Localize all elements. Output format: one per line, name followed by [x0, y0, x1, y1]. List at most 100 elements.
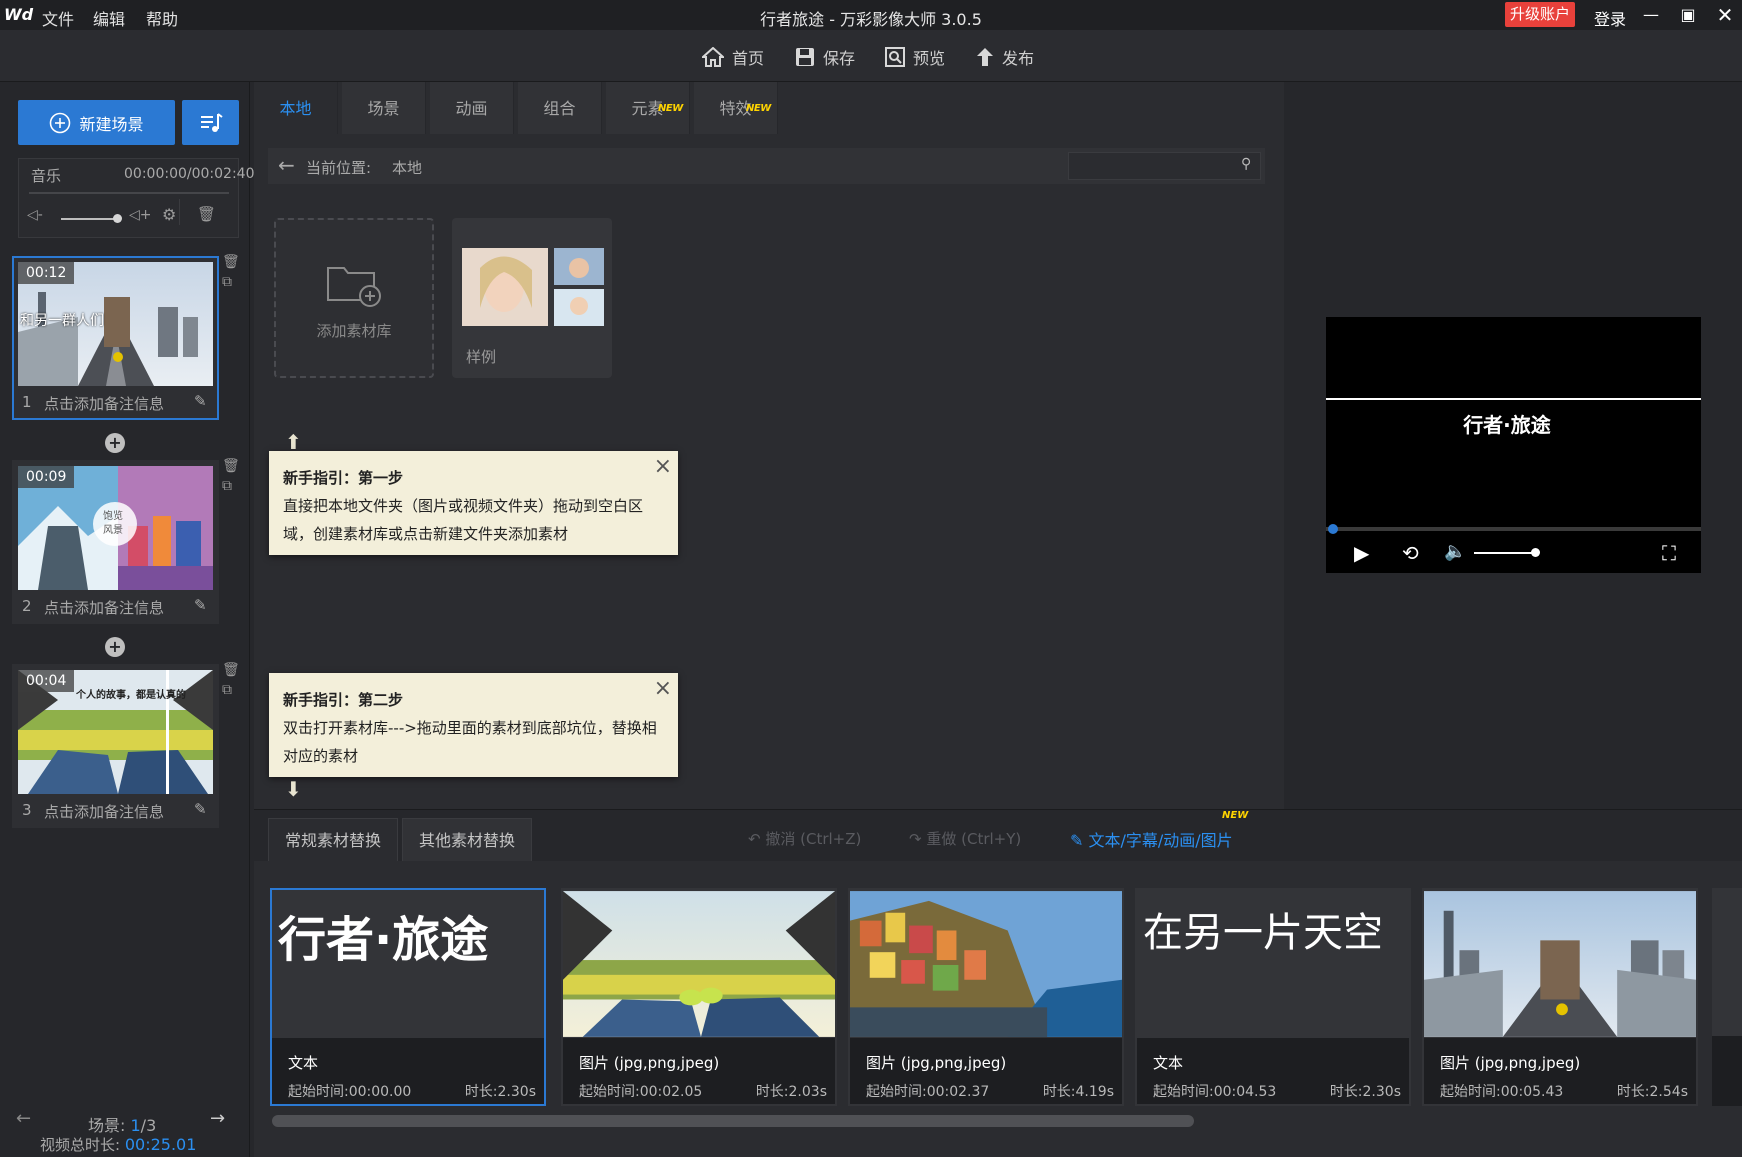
sample-library-folder[interactable]: 样例	[452, 218, 612, 378]
save-button[interactable]: 保存	[795, 43, 855, 71]
next-scene-arrow-icon[interactable]: →	[210, 1108, 225, 1129]
slot-info: 图片 (jpg,png,jpeg) 起始时间:00:02.05 时长:2.03s	[563, 1038, 835, 1104]
text-subtitle-label: 文本/字幕/动画/图片	[1088, 831, 1233, 850]
replace-slot[interactable]: 图片 (jpg,png,jpeg) 起始时间:00:02.05 时长:2.03s	[561, 888, 837, 1106]
text-subtitle-link[interactable]: ✎ 文本/字幕/动画/图片	[1070, 827, 1233, 851]
replace-slot[interactable]: 行者·旅途 文本 起始时间:00:00.00 时长:2.30s	[270, 888, 546, 1106]
scene-note[interactable]: 点击添加备注信息	[44, 393, 164, 414]
home-button[interactable]: 首页	[702, 43, 764, 71]
horizontal-scrollbar[interactable]	[272, 1115, 1194, 1127]
music-progress[interactable]	[29, 192, 229, 194]
tab-local[interactable]: 本地	[254, 82, 338, 134]
player-progress[interactable]	[1326, 527, 1701, 531]
new-scene-label: 新建场景	[79, 114, 144, 134]
close-window-button[interactable]: ✕	[1710, 3, 1740, 27]
tab-combination[interactable]: 组合	[518, 82, 602, 134]
music-list-button[interactable]	[182, 100, 239, 145]
scene-note[interactable]: 点击添加备注信息	[44, 801, 164, 822]
back-arrow-icon[interactable]: ←	[278, 153, 295, 177]
edit-note-icon[interactable]: ✎	[194, 392, 207, 410]
slot-info: 图片 (jpg,png,jpeg) 起始时间:00:02.37 时长:4.19s	[850, 1038, 1122, 1104]
slot-duration: 时长:2.54s	[1616, 1084, 1688, 1100]
edit-note-icon[interactable]: ✎	[194, 800, 207, 818]
add-folder-icon	[327, 267, 381, 307]
upgrade-account-button[interactable]: 升级账户	[1505, 2, 1575, 27]
volume-up-icon[interactable]: ◁+	[129, 207, 152, 223]
scene-note[interactable]: 点击添加备注信息	[44, 597, 164, 618]
slot-info: 文本 起始时间:00:04.53 时长:2.30s	[1137, 1038, 1409, 1104]
new-scene-button[interactable]: 新建场景	[18, 100, 175, 145]
delete-scene-icon[interactable]: 🗑	[222, 458, 240, 474]
slot-type: 文本	[288, 1054, 319, 1072]
add-library-label: 添加素材库	[316, 322, 392, 340]
guide-tip-step-2: 新手指引：第二步 双击打开素材库--->拖动里面的素材到底部坑位，替换相对应的素…	[269, 673, 678, 777]
slot-type: 文本	[1153, 1054, 1184, 1072]
add-library-card[interactable]: 添加素材库	[274, 218, 434, 378]
replace-slot-partial[interactable]	[1712, 888, 1742, 1106]
preview-button[interactable]: 预览	[885, 43, 945, 71]
publish-button[interactable]: 发布	[976, 43, 1034, 71]
login-link[interactable]: 登录	[1594, 6, 1626, 30]
scene-card[interactable]: 00:09 饱览风景 2 点击添加备注信息 ✎	[12, 460, 219, 624]
play-icon[interactable]: ▶	[1354, 541, 1369, 565]
replace-slot[interactable]: 图片 (jpg,png,jpeg) 起始时间:00:05.43 时长:2.54s	[1422, 888, 1698, 1106]
maximize-button[interactable]: ▣	[1673, 3, 1703, 27]
close-icon[interactable]: ×	[654, 453, 672, 481]
add-scene-button[interactable]: +	[105, 433, 125, 453]
add-scene-button[interactable]: +	[105, 637, 125, 657]
slot-image	[563, 891, 835, 1037]
search-icon[interactable]: ⚲	[1241, 156, 1251, 172]
volume-icon[interactable]: 🔈	[1444, 541, 1466, 562]
undo-button[interactable]: ↶ 撤消 (Ctrl+Z)	[748, 828, 861, 849]
player-progress-knob[interactable]	[1328, 524, 1338, 534]
tab-animation[interactable]: 动画	[430, 82, 514, 134]
slot-duration: 时长:2.30s	[464, 1084, 536, 1100]
total-duration: 视频总时长: 00:25.01	[40, 1134, 196, 1155]
slot-info: 图片 (jpg,png,jpeg) 起始时间:00:05.43 时长:2.54s	[1424, 1038, 1696, 1104]
slot-preview: 行者·旅途	[272, 890, 544, 1038]
redo-button[interactable]: ↷ 重做 (Ctrl+Y)	[909, 828, 1021, 849]
close-icon[interactable]: ×	[654, 675, 672, 703]
preview-label: 预览	[913, 49, 946, 68]
edit-note-icon[interactable]: ✎	[194, 596, 207, 614]
replay-icon[interactable]: ⟲	[1402, 541, 1419, 565]
music-volume-slider[interactable]	[61, 218, 117, 220]
fullscreen-icon[interactable]: ⛶	[1662, 541, 1676, 565]
scene-total: 3	[146, 1116, 157, 1135]
copy-scene-icon[interactable]: ⧉	[222, 274, 232, 290]
tab-regular-replace[interactable]: 常规素材替换	[268, 818, 399, 862]
guide-tip-step-1: 新手指引：第一步 直接把本地文件夹（图片或视频文件夹）拖动到空白区域，创建素材库…	[269, 451, 678, 555]
home-label: 首页	[732, 49, 765, 68]
trash-icon[interactable]: 🗑	[197, 205, 216, 223]
music-volume-knob[interactable]	[113, 214, 122, 223]
material-tabs: 本地 场景 动画 组合 元素 NEW 特效 NEW	[254, 82, 1284, 134]
copy-scene-icon[interactable]: ⧉	[222, 478, 232, 494]
scene-card[interactable]: 00:04 个人的故事，都是认真的 3 点击添加备注信息 ✎	[12, 664, 219, 828]
tab-scene[interactable]: 场景	[342, 82, 426, 134]
player-divider	[1326, 398, 1701, 400]
upload-icon	[977, 48, 993, 66]
slot-text: 行者·旅途	[278, 912, 489, 968]
search-input[interactable]	[1073, 155, 1233, 177]
scene-card[interactable]: 00:12 和另一群人们 1 点击添加备注信息 ✎	[12, 256, 219, 420]
delete-scene-icon[interactable]: 🗑	[222, 254, 240, 270]
tab-elements[interactable]: 元素 NEW	[606, 82, 690, 134]
guide-body: 直接把本地文件夹（图片或视频文件夹）拖动到空白区域，创建素材库或点击新建文件夹添…	[283, 497, 644, 543]
search-box[interactable]: ⚲	[1068, 152, 1261, 180]
player-volume-slider[interactable]	[1474, 552, 1536, 554]
minimize-button[interactable]: —	[1636, 3, 1666, 27]
player-volume-knob[interactable]	[1531, 548, 1540, 557]
scene-overlay-text: 个人的故事，都是认真的	[76, 690, 186, 701]
replace-slot[interactable]: 在另一片天空 文本 起始时间:00:04.53 时长:2.30s	[1135, 888, 1411, 1106]
title-bar: Wd 文件 编辑 帮助 行者旅途 - 万彩影像大师 3.0.5 升级账户 登录 …	[0, 0, 1742, 30]
tab-other-replace[interactable]: 其他素材替换	[402, 818, 533, 862]
copy-scene-icon[interactable]: ⧉	[222, 682, 232, 698]
delete-scene-icon[interactable]: 🗑	[222, 662, 240, 678]
main-toolbar: 首页 保存 预览 发布	[0, 30, 1742, 82]
tab-effects[interactable]: 特效 NEW	[694, 82, 778, 134]
settings-icon[interactable]: ⚙	[162, 205, 176, 224]
replace-slot[interactable]: 图片 (jpg,png,jpeg) 起始时间:00:02.37 时长:4.19s	[848, 888, 1124, 1106]
prev-scene-arrow-icon[interactable]: ←	[16, 1108, 31, 1129]
slot-info	[1712, 1036, 1742, 1106]
volume-down-icon[interactable]: ◁-	[27, 207, 43, 223]
